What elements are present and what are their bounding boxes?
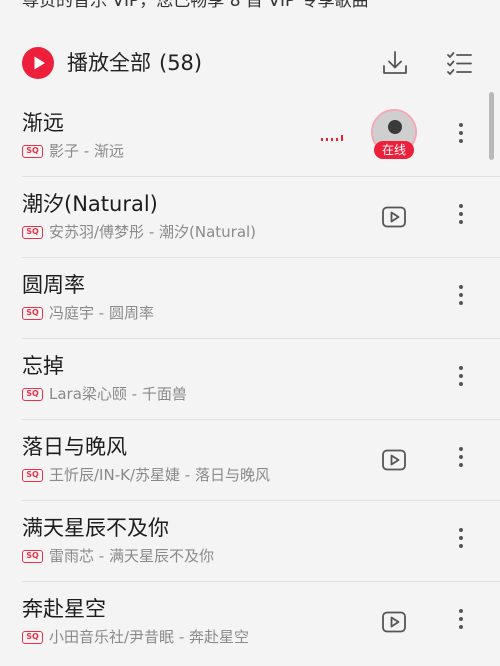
song-row[interactable]: 奔赴星空 SQ 小田音乐社/尹昔眠 - 奔赴星空	[0, 582, 500, 663]
song-artist-album: Lara梁心颐 - 千面兽	[49, 385, 187, 403]
more-vertical-icon[interactable]	[452, 283, 470, 313]
now-playing-avatar[interactable]: 在线	[371, 109, 419, 159]
play-all-icon[interactable]	[22, 47, 54, 79]
online-badge: 在线	[374, 141, 414, 159]
song-row[interactable]: 圆周率 SQ 冯庭宇 - 圆周率	[0, 258, 500, 339]
song-title: 潮汐(Natural)	[22, 192, 158, 216]
song-artist-album: 王忻辰/IN-K/苏星婕 - 落日与晚风	[49, 466, 270, 484]
song-title: 奔赴星空	[22, 597, 106, 621]
sq-quality-badge: SQ	[22, 550, 43, 563]
song-title: 落日与晚风	[22, 435, 127, 459]
song-artist-album: 雷雨芯 - 满天星辰不及你	[49, 547, 214, 565]
sq-quality-badge: SQ	[22, 631, 43, 644]
play-video-icon[interactable]	[381, 447, 407, 473]
song-row[interactable]: 落日与晚风 SQ 王忻辰/IN-K/苏星婕 - 落日与晚风	[0, 420, 500, 501]
song-title: 忘掉	[22, 354, 64, 378]
more-vertical-icon[interactable]	[452, 364, 470, 394]
more-vertical-icon[interactable]	[452, 445, 470, 475]
song-row[interactable]: 渐远 SQ 影子 - 渐远 在线	[0, 96, 500, 177]
song-title: 满天星辰不及你	[22, 516, 169, 540]
list-header: 播放全部 (58)	[0, 40, 500, 86]
more-vertical-icon[interactable]	[452, 202, 470, 232]
song-title: 圆周率	[22, 273, 85, 297]
vip-banner: 尊贵的音乐 VIP，您已畅享 8 首 VIP 专享歌曲	[22, 0, 369, 11]
play-all-label: 播放全部	[67, 51, 151, 75]
song-artist-album: 冯庭宇 - 圆周率	[49, 304, 154, 322]
sq-quality-badge: SQ	[22, 307, 43, 320]
sq-quality-badge: SQ	[22, 469, 43, 482]
more-vertical-icon[interactable]	[452, 526, 470, 556]
sq-quality-badge: SQ	[22, 145, 43, 158]
song-artist-album: 小田音乐社/尹昔眠 - 奔赴星空	[49, 628, 250, 646]
download-icon[interactable]	[378, 46, 412, 80]
play-video-icon[interactable]	[381, 204, 407, 230]
song-row[interactable]: 满天星辰不及你 SQ 雷雨芯 - 满天星辰不及你	[0, 501, 500, 582]
sq-quality-badge: SQ	[22, 388, 43, 401]
song-row[interactable]: 忘掉 SQ Lara梁心颐 - 千面兽	[0, 339, 500, 420]
playing-indicator-icon	[321, 135, 343, 141]
song-count: (58)	[159, 51, 203, 75]
more-vertical-icon[interactable]	[452, 607, 470, 637]
sq-quality-badge: SQ	[22, 226, 43, 239]
play-all-button[interactable]: 播放全部 (58)	[67, 48, 202, 78]
song-artist-album: 安苏羽/傅梦彤 - 潮汐(Natural)	[49, 223, 257, 241]
checklist-icon[interactable]	[442, 46, 476, 80]
song-row[interactable]: 潮汐(Natural) SQ 安苏羽/傅梦彤 - 潮汐(Natural)	[0, 177, 500, 258]
song-title: 渐远	[22, 111, 64, 135]
more-vertical-icon[interactable]	[452, 121, 470, 151]
song-artist-album: 影子 - 渐远	[49, 142, 124, 160]
song-list: 渐远 SQ 影子 - 渐远 在线 潮汐(Natural) SQ 安苏羽/傅梦彤 …	[0, 96, 500, 663]
play-video-icon[interactable]	[381, 609, 407, 635]
